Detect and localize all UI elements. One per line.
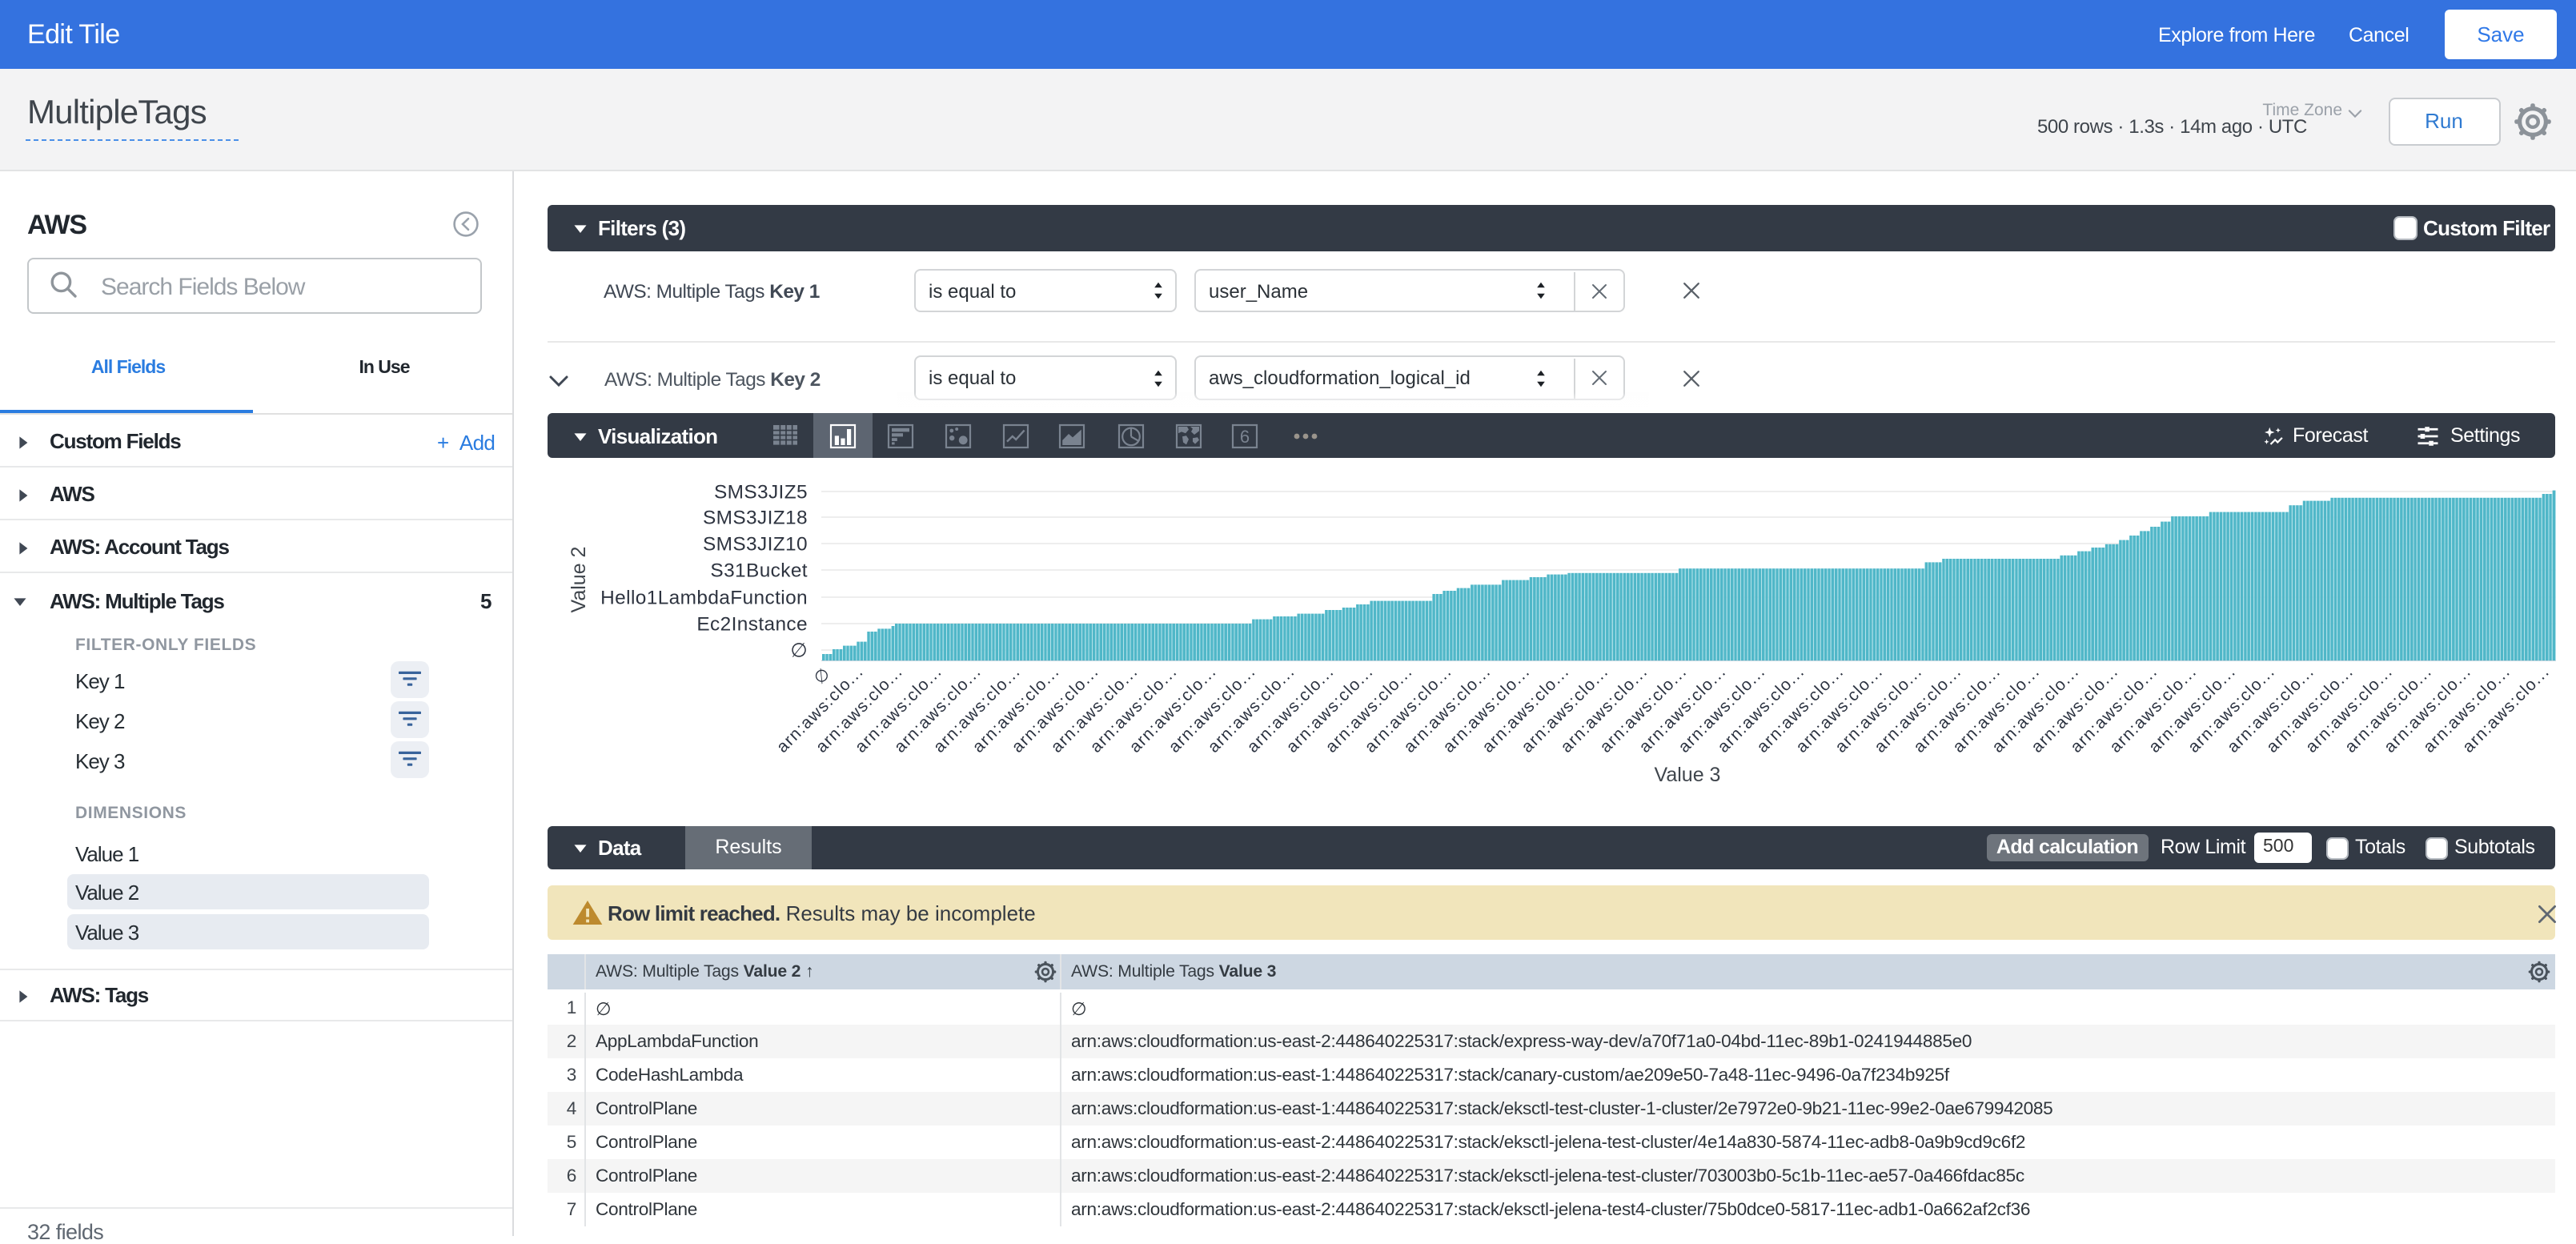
svg-text:Value 3: Value 3 — [1654, 764, 1720, 786]
svg-text:Value 2: Value 2 — [567, 547, 589, 613]
svg-text:SMS3JIZ10: SMS3JIZ10 — [702, 533, 807, 555]
svg-text:SMS3JIZ5: SMS3JIZ5 — [713, 481, 807, 503]
svg-text:S31Bucket: S31Bucket — [709, 560, 807, 581]
svg-text:∅: ∅ — [789, 640, 807, 661]
svg-text:Ec2Instance: Ec2Instance — [696, 613, 807, 635]
svg-text:6: 6 — [1240, 426, 1250, 446]
svg-text:Hello1LambdaFunction: Hello1LambdaFunction — [600, 587, 807, 608]
svg-text:SMS3JIZ18: SMS3JIZ18 — [702, 507, 807, 528]
